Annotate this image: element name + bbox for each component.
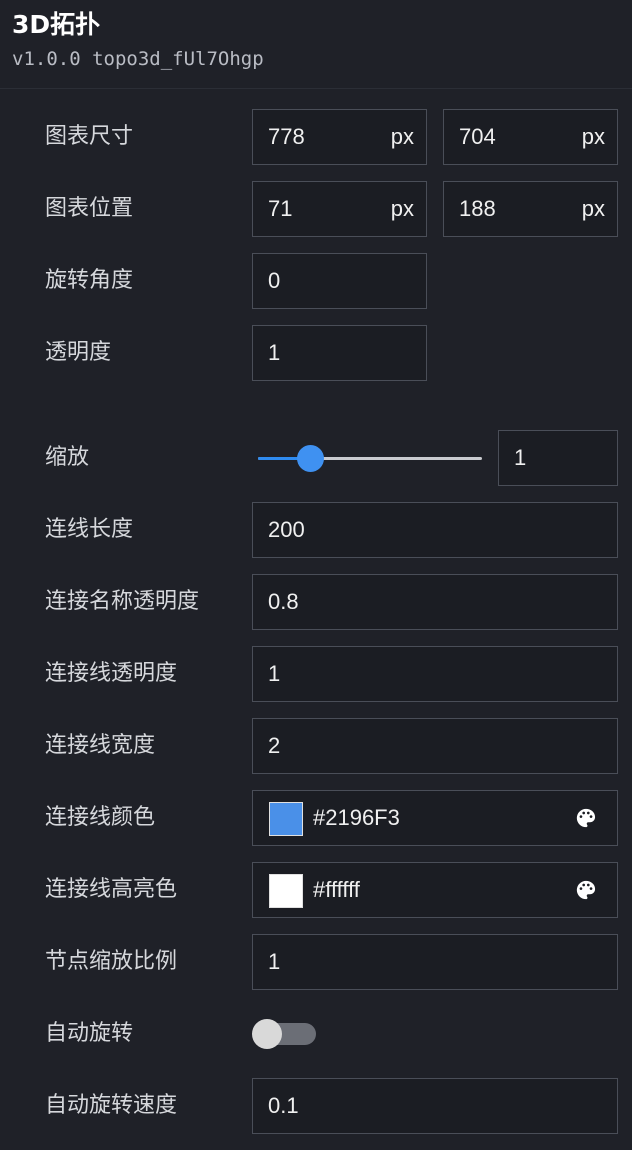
auto-rotate-toggle-knob — [252, 1019, 282, 1049]
zoom-label: 缩放 — [45, 445, 90, 470]
position-x-value: 71 — [268, 196, 293, 221]
rotation-input[interactable]: 0 — [252, 253, 427, 309]
auto-rotate-speed-label: 自动旋转速度 — [45, 1093, 178, 1118]
palette-icon[interactable] — [575, 807, 597, 829]
size-row: 图表尺寸 778 px 704 px — [0, 109, 632, 165]
link-color-value: #2196F3 — [313, 805, 400, 830]
link-color-row: 连接线颜色 #2196F3 — [0, 790, 632, 846]
zoom-slider-thumb[interactable] — [296, 445, 324, 472]
auto-rotate-row: 自动旋转 — [0, 1006, 632, 1062]
link-highlight-swatch[interactable] — [269, 874, 303, 908]
position-y-value: 188 — [459, 196, 496, 221]
rotation-value: 0 — [268, 268, 281, 293]
node-scale-row: 节点缩放比例 1 — [0, 934, 632, 990]
auto-rotate-label: 自动旋转 — [45, 1021, 134, 1046]
zoom-input[interactable]: 1 — [498, 430, 618, 486]
link-color-swatch[interactable] — [269, 802, 303, 836]
link-name-opacity-value: 0.8 — [268, 589, 299, 614]
position-x-input[interactable]: 71 px — [252, 181, 427, 237]
link-width-input[interactable]: 2 — [252, 718, 618, 774]
height-unit: px — [581, 124, 605, 149]
link-opacity-row: 连接线透明度 1 — [0, 646, 632, 702]
height-input[interactable]: 704 px — [443, 109, 618, 165]
link-name-opacity-row: 连接名称透明度 0.8 — [0, 574, 632, 630]
link-length-label: 连线长度 — [45, 517, 134, 542]
rotation-label: 旋转角度 — [45, 268, 134, 293]
node-scale-label: 节点缩放比例 — [45, 949, 178, 974]
position-y-input[interactable]: 188 px — [443, 181, 618, 237]
node-scale-value: 1 — [268, 949, 281, 974]
link-length-value: 200 — [268, 517, 305, 542]
position-label: 图表位置 — [45, 196, 134, 221]
link-highlight-row: 连接线高亮色 #ffffff — [0, 862, 632, 918]
zoom-row: 缩放 1 — [0, 430, 632, 486]
link-highlight-picker[interactable]: #ffffff — [252, 862, 618, 918]
position-y-unit: px — [581, 196, 605, 221]
palette-icon[interactable] — [575, 879, 597, 901]
link-length-row: 连线长度 200 — [0, 502, 632, 558]
panel-title: 3D拓扑 — [12, 10, 101, 39]
link-color-picker[interactable]: #2196F3 — [252, 790, 618, 846]
auto-rotate-toggle[interactable] — [252, 1019, 316, 1049]
link-width-label: 连接线宽度 — [45, 733, 156, 758]
size-label: 图表尺寸 — [45, 124, 134, 149]
link-opacity-value: 1 — [268, 661, 281, 686]
zoom-slider[interactable] — [258, 445, 482, 472]
height-value: 704 — [459, 124, 496, 149]
link-width-value: 2 — [268, 733, 281, 758]
link-name-opacity-input[interactable]: 0.8 — [252, 574, 618, 630]
opacity-row: 透明度 1 — [0, 325, 632, 381]
link-opacity-label: 连接线透明度 — [45, 661, 178, 686]
position-row: 图表位置 71 px 188 px — [0, 181, 632, 237]
link-width-row: 连接线宽度 2 — [0, 718, 632, 774]
link-length-input[interactable]: 200 — [252, 502, 618, 558]
link-color-label: 连接线颜色 — [45, 805, 156, 830]
opacity-input[interactable]: 1 — [252, 325, 427, 381]
opacity-label: 透明度 — [45, 340, 112, 365]
link-highlight-label: 连接线高亮色 — [45, 877, 178, 902]
panel-header: 3D拓扑 v1.0.0 topo3d_fUl7Ohgp — [12, 8, 264, 70]
rotation-row: 旋转角度 0 — [0, 253, 632, 309]
node-scale-input[interactable]: 1 — [252, 934, 618, 990]
opacity-value: 1 — [268, 340, 281, 365]
link-opacity-input[interactable]: 1 — [252, 646, 618, 702]
auto-rotate-speed-input[interactable]: 0.1 — [252, 1078, 618, 1134]
width-input[interactable]: 778 px — [252, 109, 427, 165]
width-unit: px — [390, 124, 414, 149]
component-version: v1.0.0 topo3d_fUl7Ohgp — [12, 48, 264, 70]
width-value: 778 — [268, 124, 305, 149]
zoom-value: 1 — [514, 445, 527, 470]
header-divider — [0, 88, 632, 89]
position-x-unit: px — [390, 196, 414, 221]
auto-rotate-speed-row: 自动旋转速度 0.1 — [0, 1078, 632, 1134]
link-highlight-value: #ffffff — [313, 877, 360, 902]
auto-rotate-speed-value: 0.1 — [268, 1093, 299, 1118]
link-name-opacity-label: 连接名称透明度 — [45, 589, 200, 614]
